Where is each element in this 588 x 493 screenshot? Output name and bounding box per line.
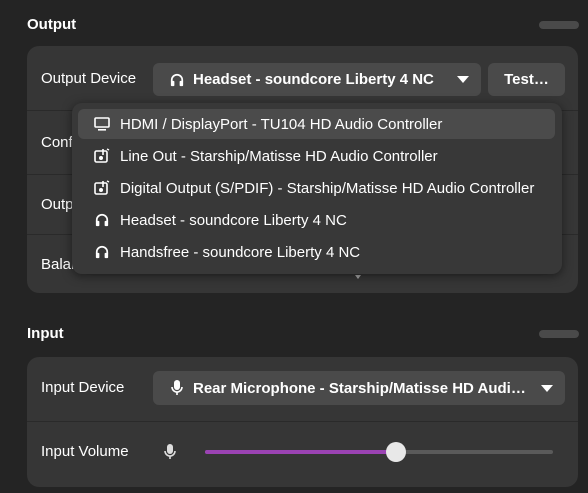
input-device-label: Input Device xyxy=(41,379,125,396)
output-volume-label: Outp xyxy=(41,196,74,213)
balance-marker-icon xyxy=(355,275,361,279)
dropdown-item-label: Headset - soundcore Liberty 4 NC xyxy=(120,211,347,229)
monitor-icon xyxy=(94,116,110,132)
output-device-value: Headset - soundcore Liberty 4 NC xyxy=(193,71,434,88)
output-section-indicator xyxy=(539,21,579,29)
dropdown-item-label: HDMI / DisplayPort - TU104 HD Audio Cont… xyxy=(120,115,443,133)
dropdown-item-hdmi[interactable]: HDMI / DisplayPort - TU104 HD Audio Cont… xyxy=(78,109,555,139)
dropdown-item-label: Handsfree - soundcore Liberty 4 NC xyxy=(120,243,361,261)
input-volume-label: Input Volume xyxy=(41,443,129,460)
dropdown-item-handsfree[interactable]: Handsfree - soundcore Liberty 4 NC xyxy=(78,237,555,267)
input-device-value: Rear Microphone - Starship/Matisse HD Au… xyxy=(193,379,533,397)
input-device-combo[interactable]: Rear Microphone - Starship/Matisse HD Au… xyxy=(153,371,565,405)
output-config-label: Conf xyxy=(41,134,73,151)
output-device-popover: HDMI / DisplayPort - TU104 HD Audio Cont… xyxy=(72,103,562,274)
input-volume-fill xyxy=(205,450,396,454)
output-section-title: Output xyxy=(27,16,77,33)
output-device-combo[interactable]: Headset - soundcore Liberty 4 NC xyxy=(153,63,481,96)
test-button[interactable]: Test… xyxy=(488,63,565,96)
headset-icon xyxy=(94,244,110,260)
dropdown-item-label: Line Out - Starship/Matisse HD Audio Con… xyxy=(120,147,438,165)
input-card: Input Device Rear Microphone - Starship/… xyxy=(27,357,578,487)
headset-icon xyxy=(94,212,110,228)
balance-label: Balar xyxy=(41,256,77,273)
headset-icon xyxy=(169,72,185,88)
input-volume-row: Input Volume xyxy=(27,421,578,487)
chevron-down-icon xyxy=(457,76,469,83)
dropdown-item-line-out[interactable]: Line Out - Starship/Matisse HD Audio Con… xyxy=(78,141,555,171)
dropdown-item-label: Digital Output (S/PDIF) - Starship/Matis… xyxy=(120,179,535,197)
input-section-title: Input xyxy=(27,325,64,342)
input-volume-slider-handle[interactable] xyxy=(386,442,406,462)
dropdown-item-spdif[interactable]: Digital Output (S/PDIF) - Starship/Matis… xyxy=(78,173,555,203)
dropdown-item-headset[interactable]: Headset - soundcore Liberty 4 NC xyxy=(78,205,555,235)
microphone-icon xyxy=(169,380,185,396)
microphone-icon xyxy=(164,444,176,465)
output-device-row: Output Device Headset - soundcore Libert… xyxy=(27,46,578,111)
audio-card-icon xyxy=(94,180,110,196)
input-device-row: Input Device Rear Microphone - Starship/… xyxy=(27,357,578,422)
output-device-label: Output Device xyxy=(41,70,137,87)
audio-card-icon xyxy=(94,148,110,164)
input-section-indicator xyxy=(539,330,579,338)
chevron-down-icon xyxy=(541,384,553,392)
